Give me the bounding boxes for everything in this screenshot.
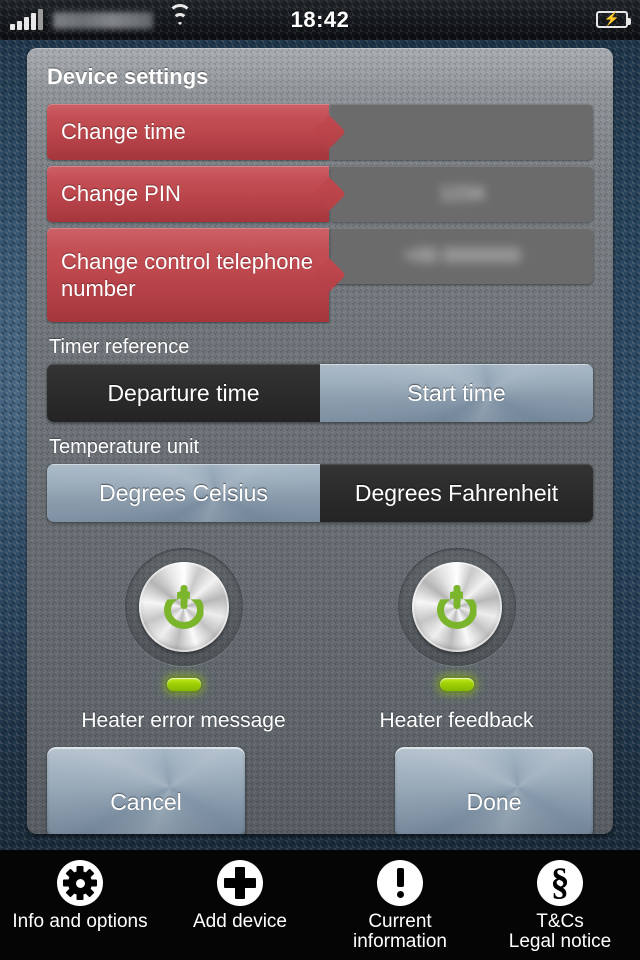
segment-degrees-fahrenheit[interactable]: Degrees Fahrenheit	[320, 464, 593, 522]
tab-label-tcs-legal-notice: T&Cs Legal notice	[508, 911, 612, 952]
tab-label-add-device: Add device	[192, 911, 287, 932]
plus-icon	[217, 860, 263, 906]
section-sign-icon: §	[537, 860, 583, 906]
page-title: Device settings	[47, 64, 209, 89]
app-screen: 18:42 ⚡ Device settings Change time Chan…	[0, 0, 640, 960]
change-telephone-label: Change control telephone number	[61, 248, 313, 302]
change-time-value-field[interactable]	[331, 104, 593, 160]
temperature-unit-label: Temperature unit	[49, 436, 200, 458]
change-telephone-value-field[interactable]: +00 0000000	[331, 228, 593, 284]
tab-tcs-legal-notice[interactable]: § T&Cs Legal notice	[480, 850, 640, 960]
timer-reference-label: Timer reference	[49, 336, 190, 358]
battery-charging-icon: ⚡	[596, 11, 631, 28]
gear-icon	[57, 860, 103, 906]
exclamation-icon	[377, 860, 423, 906]
tab-info-and-options[interactable]: Info and options	[0, 850, 160, 960]
segment-departure-time[interactable]: Departure time	[47, 364, 320, 422]
toggles-row: Heater error message Heater feedback	[47, 548, 593, 733]
heater-feedback-power-button[interactable]	[397, 548, 516, 666]
setting-row-change-pin: Change PIN 1234	[47, 166, 593, 222]
toggle-heater-error-message: Heater error message	[69, 548, 299, 733]
setting-row-change-time: Change time	[47, 104, 593, 160]
tab-label-info-and-options: Info and options	[12, 911, 148, 932]
tab-add-device[interactable]: Add device	[160, 850, 320, 960]
change-telephone-value: +00 0000000	[403, 244, 521, 267]
heater-feedback-led-indicator	[439, 678, 474, 691]
heater-error-led-indicator	[166, 678, 201, 691]
status-bar-clock: 18:42	[290, 7, 350, 32]
heater-error-power-button[interactable]	[124, 548, 243, 666]
change-pin-label: Change PIN	[61, 181, 181, 207]
action-buttons-row: Cancel Done	[47, 747, 593, 834]
heater-error-caption: Heater error message	[81, 709, 286, 732]
change-telephone-button[interactable]: Change control telephone number	[47, 228, 329, 322]
change-time-label: Change time	[61, 119, 186, 145]
temperature-unit-segmented-control: Degrees Celsius Degrees Fahrenheit	[47, 464, 593, 522]
power-icon	[435, 585, 479, 629]
setting-row-change-phone: Change control telephone number +00 0000…	[47, 228, 593, 322]
status-bar: 18:42 ⚡	[0, 0, 640, 40]
bottom-tab-bar: Info and options Add device Current info…	[0, 850, 640, 960]
heater-feedback-caption: Heater feedback	[379, 709, 534, 732]
change-pin-value-field[interactable]: 1234	[331, 166, 593, 222]
segment-degrees-celsius[interactable]: Degrees Celsius	[47, 464, 320, 522]
done-button[interactable]: Done	[395, 747, 593, 834]
change-time-button[interactable]: Change time	[47, 104, 329, 160]
toggle-heater-feedback: Heater feedback	[342, 548, 572, 733]
tab-current-information[interactable]: Current information	[320, 850, 480, 960]
timer-reference-segmented-control: Departure time Start time	[47, 364, 593, 422]
power-icon	[162, 585, 206, 629]
device-settings-panel: Device settings Change time Change PIN 1…	[27, 48, 613, 834]
change-pin-button[interactable]: Change PIN	[47, 166, 329, 222]
change-pin-value: 1234	[439, 182, 485, 205]
tab-label-current-information: Current information	[353, 911, 447, 952]
segment-start-time[interactable]: Start time	[320, 364, 593, 422]
cancel-button[interactable]: Cancel	[47, 747, 245, 834]
